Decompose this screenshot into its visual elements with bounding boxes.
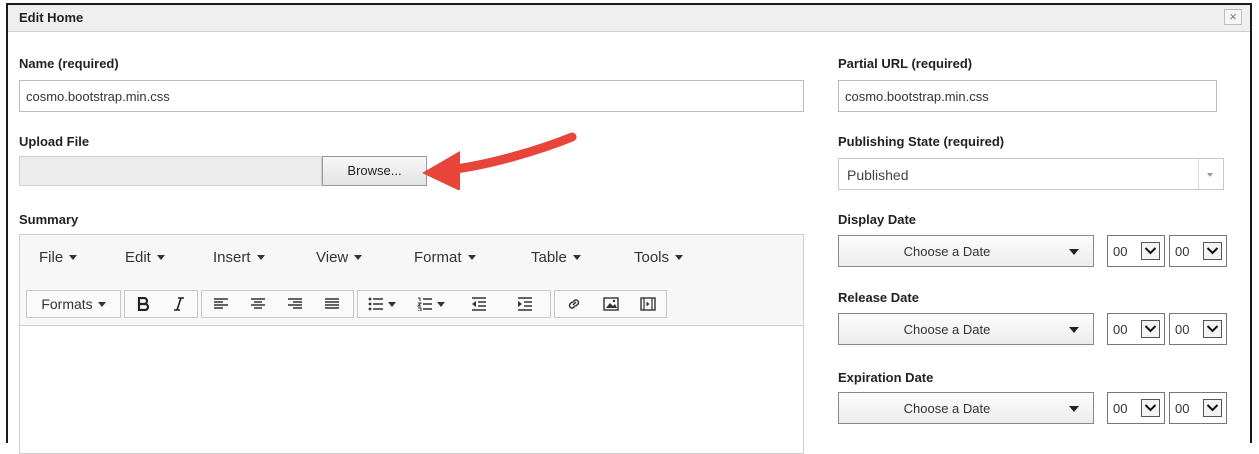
chevron-down-icon	[572, 255, 581, 260]
release-hour-select[interactable]: 00	[1107, 313, 1165, 345]
menu-file[interactable]: File	[39, 249, 78, 266]
numbered-list-button[interactable]	[406, 291, 456, 317]
editor-toolbar: Formats	[20, 283, 803, 326]
chevron-down-icon	[388, 301, 396, 307]
caret-down-icon	[1069, 327, 1079, 333]
chevron-down-icon	[1141, 399, 1160, 417]
editor-content-area[interactable]	[20, 326, 803, 453]
caret-down-icon	[1069, 406, 1079, 412]
rich-text-editor: File Edit Insert View Format Table Tools…	[19, 234, 804, 454]
arrow-annotation-icon	[422, 132, 577, 190]
align-right-icon	[287, 298, 302, 309]
align-justify-icon	[324, 298, 339, 309]
align-left-button[interactable]	[202, 291, 239, 317]
insert-group	[554, 290, 667, 318]
dialog-titlebar: Edit Home ×	[8, 5, 1250, 32]
italic-button[interactable]	[161, 291, 197, 317]
style-group	[124, 290, 198, 318]
link-icon	[568, 299, 579, 309]
bold-icon	[137, 297, 150, 311]
close-icon: ×	[1229, 9, 1237, 24]
menu-format[interactable]: Format	[414, 249, 476, 266]
indent-icon	[518, 297, 532, 311]
indent-button[interactable]	[502, 291, 548, 317]
display-date-button[interactable]: Choose a Date	[838, 235, 1094, 267]
align-center-button[interactable]	[239, 291, 276, 317]
chevron-down-icon	[437, 301, 445, 307]
align-right-button[interactable]	[276, 291, 313, 317]
align-justify-button[interactable]	[313, 291, 350, 317]
bullet-list-icon	[368, 297, 383, 311]
release-date-label: Release Date	[838, 290, 919, 305]
image-icon	[602, 297, 619, 311]
media-button[interactable]	[629, 291, 666, 317]
bullet-list-button[interactable]	[358, 291, 406, 317]
chevron-down-icon	[1141, 320, 1160, 338]
menu-view[interactable]: View	[316, 249, 363, 266]
summary-label: Summary	[19, 212, 79, 227]
align-left-icon	[213, 298, 228, 309]
chevron-down-icon	[97, 301, 106, 307]
partial-url-input[interactable]	[838, 80, 1217, 112]
list-group	[357, 290, 551, 318]
expiration-date-label: Expiration Date	[838, 370, 934, 385]
align-center-icon	[250, 298, 265, 309]
release-date-button[interactable]: Choose a Date	[838, 313, 1094, 345]
menu-table[interactable]: Table	[531, 249, 581, 266]
select-arrow	[1198, 159, 1223, 189]
publishing-state-label: Publishing State (required)	[838, 134, 1005, 149]
chevron-down-icon	[467, 255, 476, 260]
chevron-down-icon	[1141, 242, 1160, 260]
chevron-down-icon	[354, 255, 363, 260]
menu-insert[interactable]: Insert	[213, 249, 265, 266]
chevron-down-icon	[675, 255, 684, 260]
name-label: Name (required)	[19, 56, 119, 71]
formats-group: Formats	[26, 290, 121, 318]
display-minute-select[interactable]: 00	[1169, 235, 1227, 267]
caret-down-icon	[1069, 249, 1079, 255]
publishing-state-select[interactable]: Published	[838, 158, 1224, 190]
expiration-hour-select[interactable]: 00	[1107, 392, 1165, 424]
align-group	[201, 290, 354, 318]
publishing-state-value: Published	[847, 167, 909, 183]
name-input[interactable]	[19, 80, 804, 112]
numbered-list-icon	[417, 297, 432, 311]
image-button[interactable]	[592, 291, 629, 317]
outdent-button[interactable]	[456, 291, 502, 317]
display-hour-select[interactable]: 00	[1107, 235, 1165, 267]
menu-tools[interactable]: Tools	[634, 249, 684, 266]
expiration-minute-select[interactable]: 00	[1169, 392, 1227, 424]
bold-button[interactable]	[125, 291, 161, 317]
upload-file-label: Upload File	[19, 134, 90, 149]
dialog-title: Edit Home	[19, 10, 84, 25]
menu-edit[interactable]: Edit	[125, 249, 165, 266]
release-minute-select[interactable]: 00	[1169, 313, 1227, 345]
link-button[interactable]	[555, 291, 592, 317]
media-icon	[639, 297, 656, 311]
editor-menubar: File Edit Insert View Format Table Tools	[20, 235, 803, 284]
italic-icon	[174, 297, 184, 311]
chevron-down-icon	[256, 255, 265, 260]
chevron-down-icon	[1203, 242, 1222, 260]
partial-url-label: Partial URL (required)	[838, 56, 973, 71]
formats-dropdown[interactable]: Formats	[27, 291, 120, 317]
outdent-icon	[472, 297, 486, 311]
display-date-label: Display Date	[838, 212, 917, 227]
chevron-down-icon	[1207, 173, 1213, 177]
chevron-down-icon	[1203, 320, 1222, 338]
chevron-down-icon	[1203, 399, 1222, 417]
chevron-down-icon	[69, 255, 78, 260]
file-path-field[interactable]	[19, 156, 322, 186]
close-button[interactable]: ×	[1224, 9, 1242, 25]
chevron-down-icon	[156, 255, 165, 260]
expiration-date-button[interactable]: Choose a Date	[838, 392, 1094, 424]
